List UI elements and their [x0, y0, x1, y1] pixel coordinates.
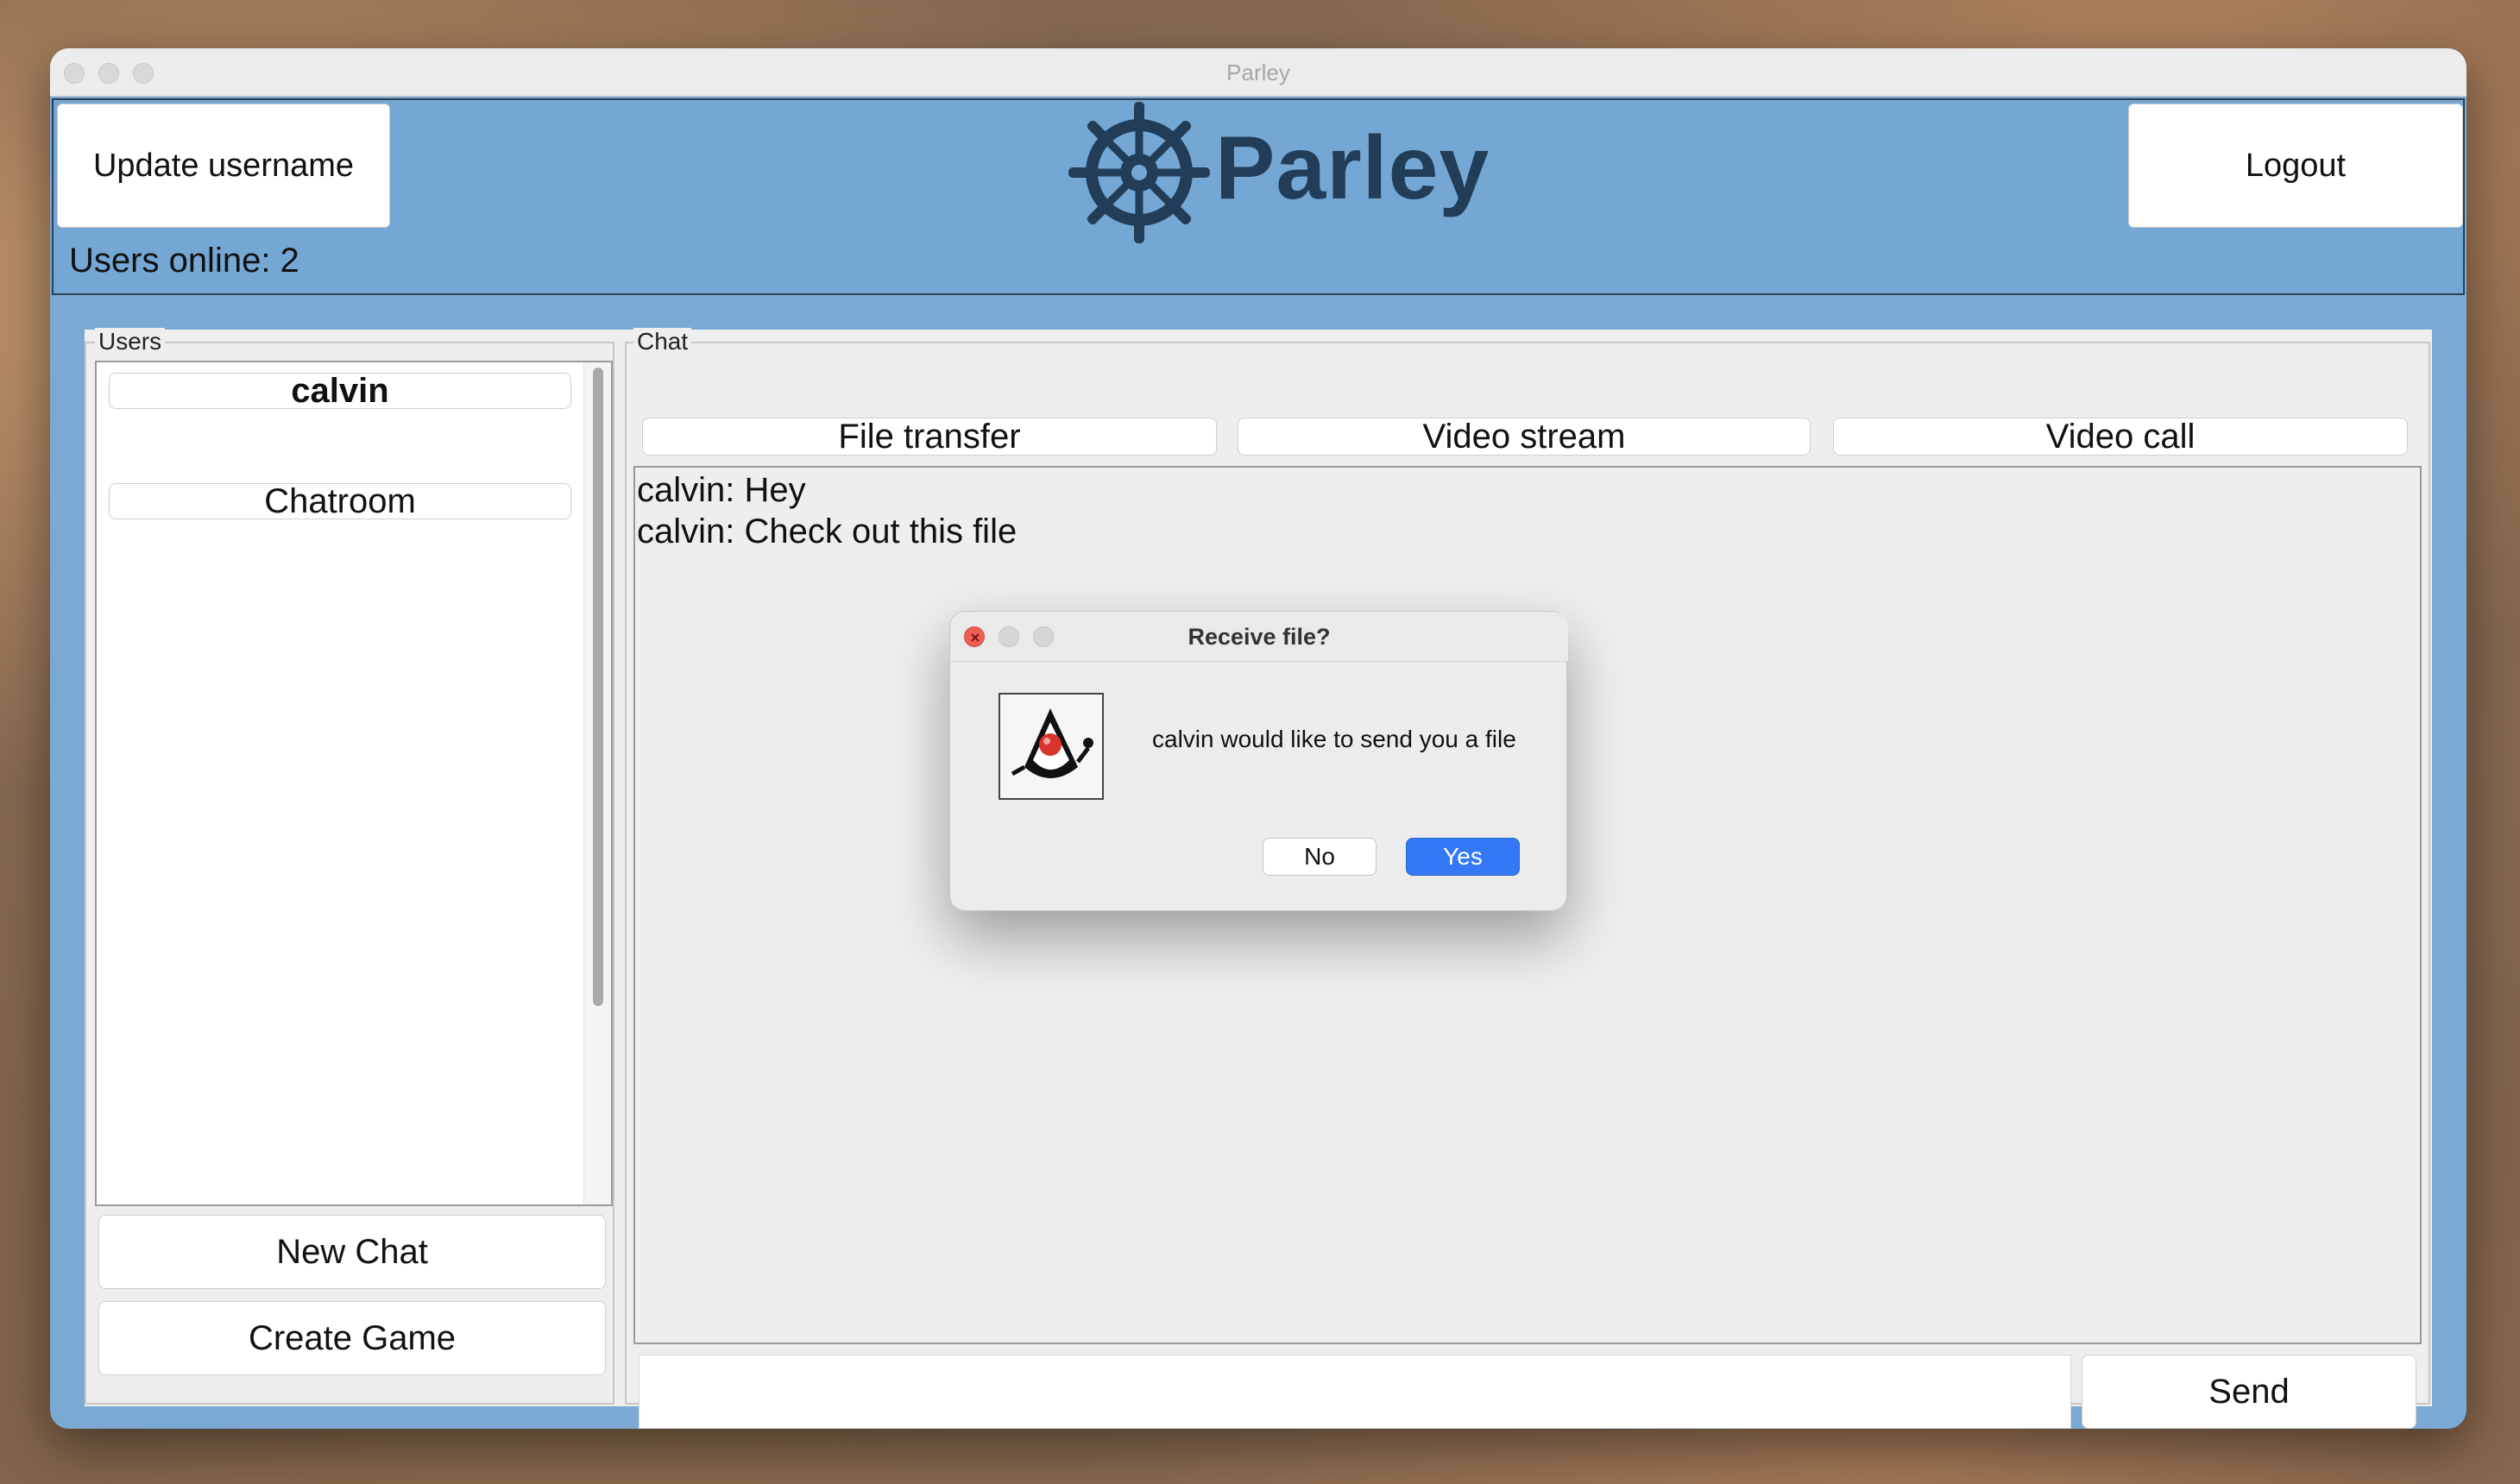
chat-group-label: Chat [633, 328, 692, 355]
dialog-message: calvin would like to send you a file [1152, 726, 1516, 752]
brand-logo: Parley [1068, 100, 1489, 243]
tab-video-stream[interactable]: Video stream [1238, 418, 1811, 456]
users-list-scroll-thumb[interactable] [593, 368, 603, 1006]
receive-file-dialog: Receive file? calvin would like to send … [949, 611, 1568, 911]
tab-file-transfer[interactable]: File transfer [642, 418, 1217, 456]
users-online-count: Users online: 2 [69, 242, 299, 280]
brand-name: Parley [1215, 118, 1490, 218]
dialog-title: Receive file? [1188, 624, 1331, 650]
user-item-calvin[interactable]: calvin [109, 372, 571, 410]
yes-button[interactable]: Yes [1406, 838, 1520, 876]
logout-button[interactable]: Logout [2128, 104, 2463, 228]
header-bar: Update username Parley Logout Users onli… [52, 98, 2465, 295]
new-chat-button[interactable]: New Chat [98, 1215, 606, 1289]
users-list-scrollbar[interactable] [583, 362, 611, 1204]
ship-wheel-icon [1068, 102, 1210, 243]
chat-message: calvin: Hey [637, 471, 806, 509]
no-button[interactable]: No [1263, 838, 1377, 876]
user-item-chatroom[interactable]: Chatroom [109, 482, 571, 520]
window-title: Parley [1226, 60, 1290, 85]
chat-message: calvin: Check out this file [637, 512, 1017, 550]
update-username-button[interactable]: Update username [57, 104, 390, 228]
window-titlebar[interactable]: Parley [50, 48, 2466, 97]
users-group-label: Users [95, 328, 166, 355]
message-input[interactable] [639, 1355, 2071, 1429]
send-button[interactable]: Send [2082, 1355, 2416, 1429]
users-list[interactable]: calvin Chatroom [95, 361, 613, 1206]
duke-mascot-icon [999, 693, 1104, 800]
create-game-button[interactable]: Create Game [98, 1301, 606, 1375]
dialog-titlebar[interactable]: Receive file? [950, 612, 1568, 662]
tab-video-call[interactable]: Video call [1833, 418, 2408, 456]
